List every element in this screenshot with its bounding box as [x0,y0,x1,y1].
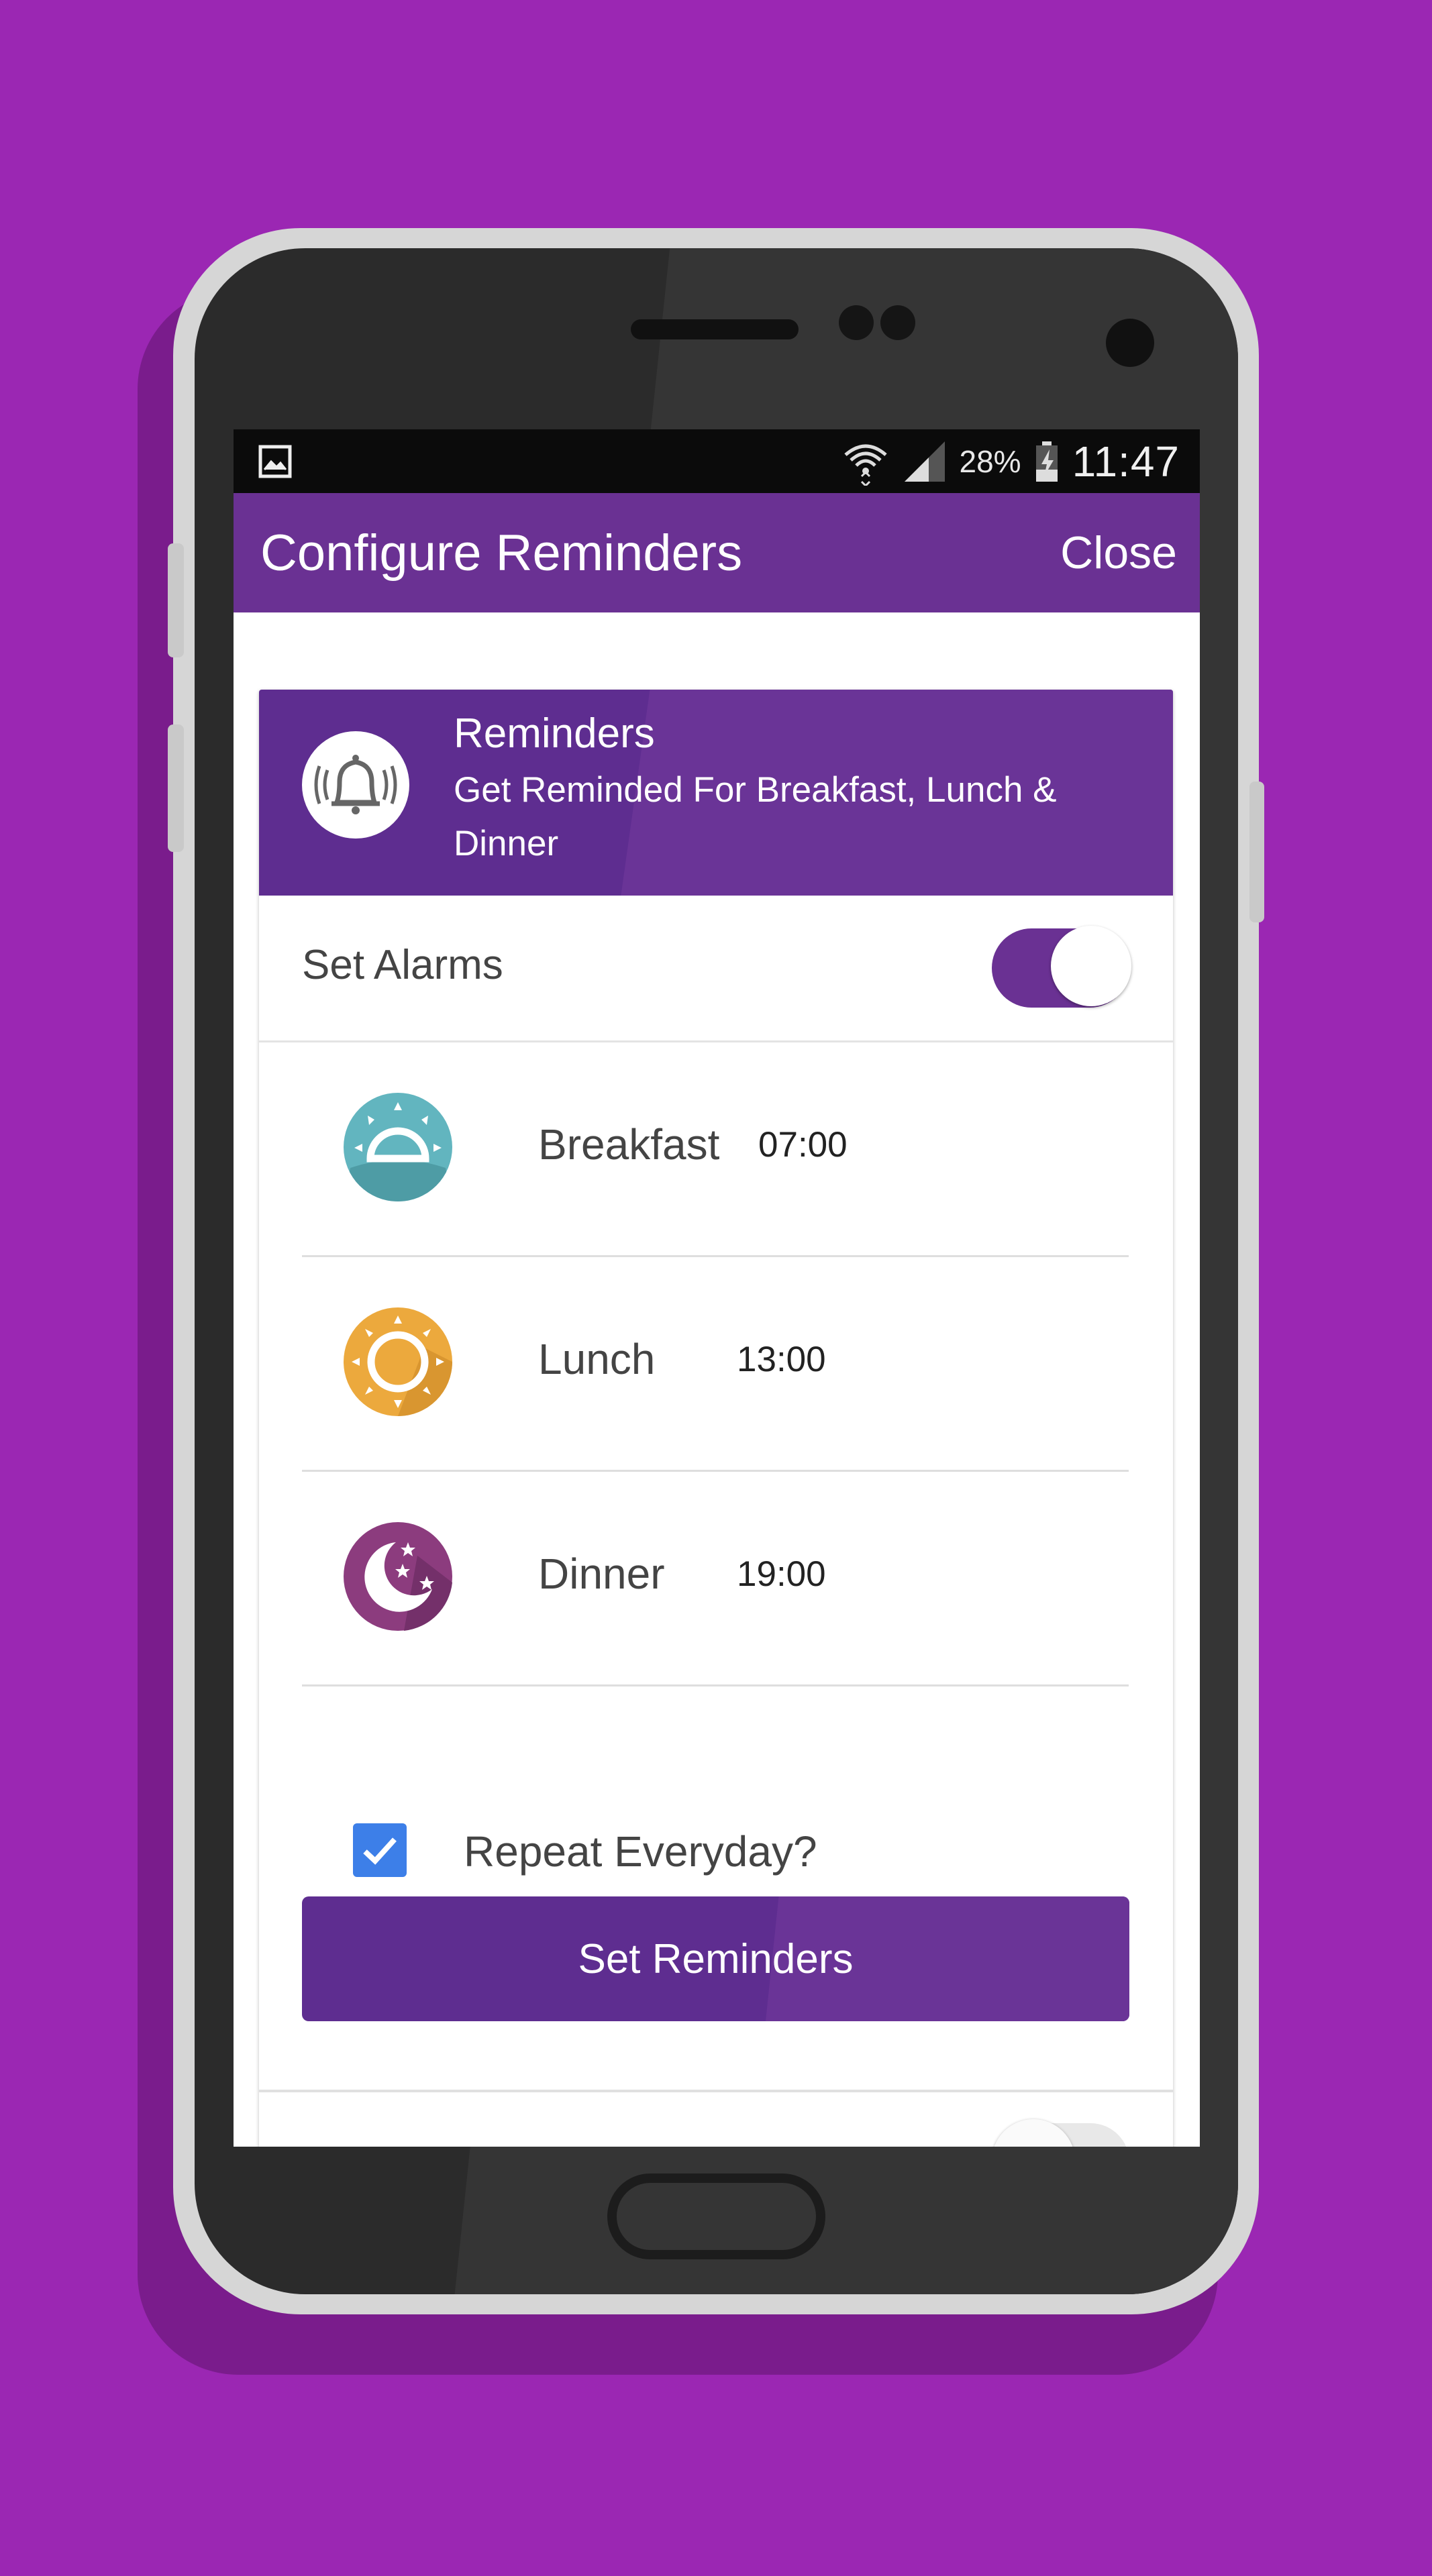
meal-time[interactable]: 13:00 [737,1339,826,1380]
moon-icon [344,1522,452,1631]
meal-row-breakfast[interactable]: Breakfast 07:00 [302,1040,1129,1257]
battery-percentage: 28% [959,443,1021,479]
set-reminders-button[interactable]: Set Reminders [302,1896,1129,2021]
earpiece-speaker [631,319,799,339]
gallery-notification-icon [258,445,292,478]
repeat-everyday-label: Repeat Everyday? [464,1827,817,1876]
sun-icon [344,1307,452,1416]
front-sensor [839,305,874,340]
reminders-card-header: Reminders Get Reminded For Breakfast, Lu… [259,690,1173,896]
set-alarms-row: Set Alarms [259,896,1173,1042]
cellular-signal-icon [904,441,945,482]
set-alarms-label: Set Alarms [302,942,503,988]
app-bar: Configure Reminders Close [234,493,1200,612]
repeat-everyday-checkbox[interactable] [353,1823,407,1877]
meal-row-lunch[interactable]: Lunch 13:00 [302,1255,1129,1472]
battery-charging-icon [1035,441,1058,482]
power-button [1249,782,1264,922]
front-camera [1106,319,1154,367]
status-bar: 28% 11:47 [234,429,1200,493]
checkmark-icon [363,1837,397,1865]
meal-time[interactable]: 07:00 [758,1124,848,1165]
phone-screen: 28% 11:47 Configure Reminders Close Remi… [234,429,1200,2147]
meal-row-dinner[interactable]: Dinner 19:00 [302,1470,1129,1686]
close-button[interactable]: Close [1060,527,1177,579]
toggle-switch-off[interactable] [992,2119,1129,2147]
status-clock: 11:47 [1072,437,1180,486]
home-button[interactable] [607,2174,825,2259]
front-sensor [880,305,915,340]
wifi-icon [843,444,887,486]
meal-name: Dinner [538,1550,665,1598]
repeat-everyday-row: Repeat Everyday? [259,1773,1173,1907]
meal-name: Breakfast [538,1120,720,1169]
volume-button [168,543,184,657]
page-title: Configure Reminders [260,524,743,582]
volume-button [168,724,184,852]
meal-time[interactable]: 19:00 [737,1554,826,1595]
bell-icon [302,731,409,839]
set-alarms-toggle[interactable] [992,926,1131,1009]
next-card-partial [259,2090,1173,2147]
meal-name: Lunch [538,1335,656,1383]
reminders-subtitle: Get Reminded For Breakfast, Lunch & Dinn… [454,770,1057,863]
set-reminders-label: Set Reminders [578,1935,854,1982]
reminders-card: Reminders Get Reminded For Breakfast, Lu… [259,690,1173,2147]
sunrise-icon [344,1093,452,1201]
reminders-title: Reminders [454,710,655,757]
